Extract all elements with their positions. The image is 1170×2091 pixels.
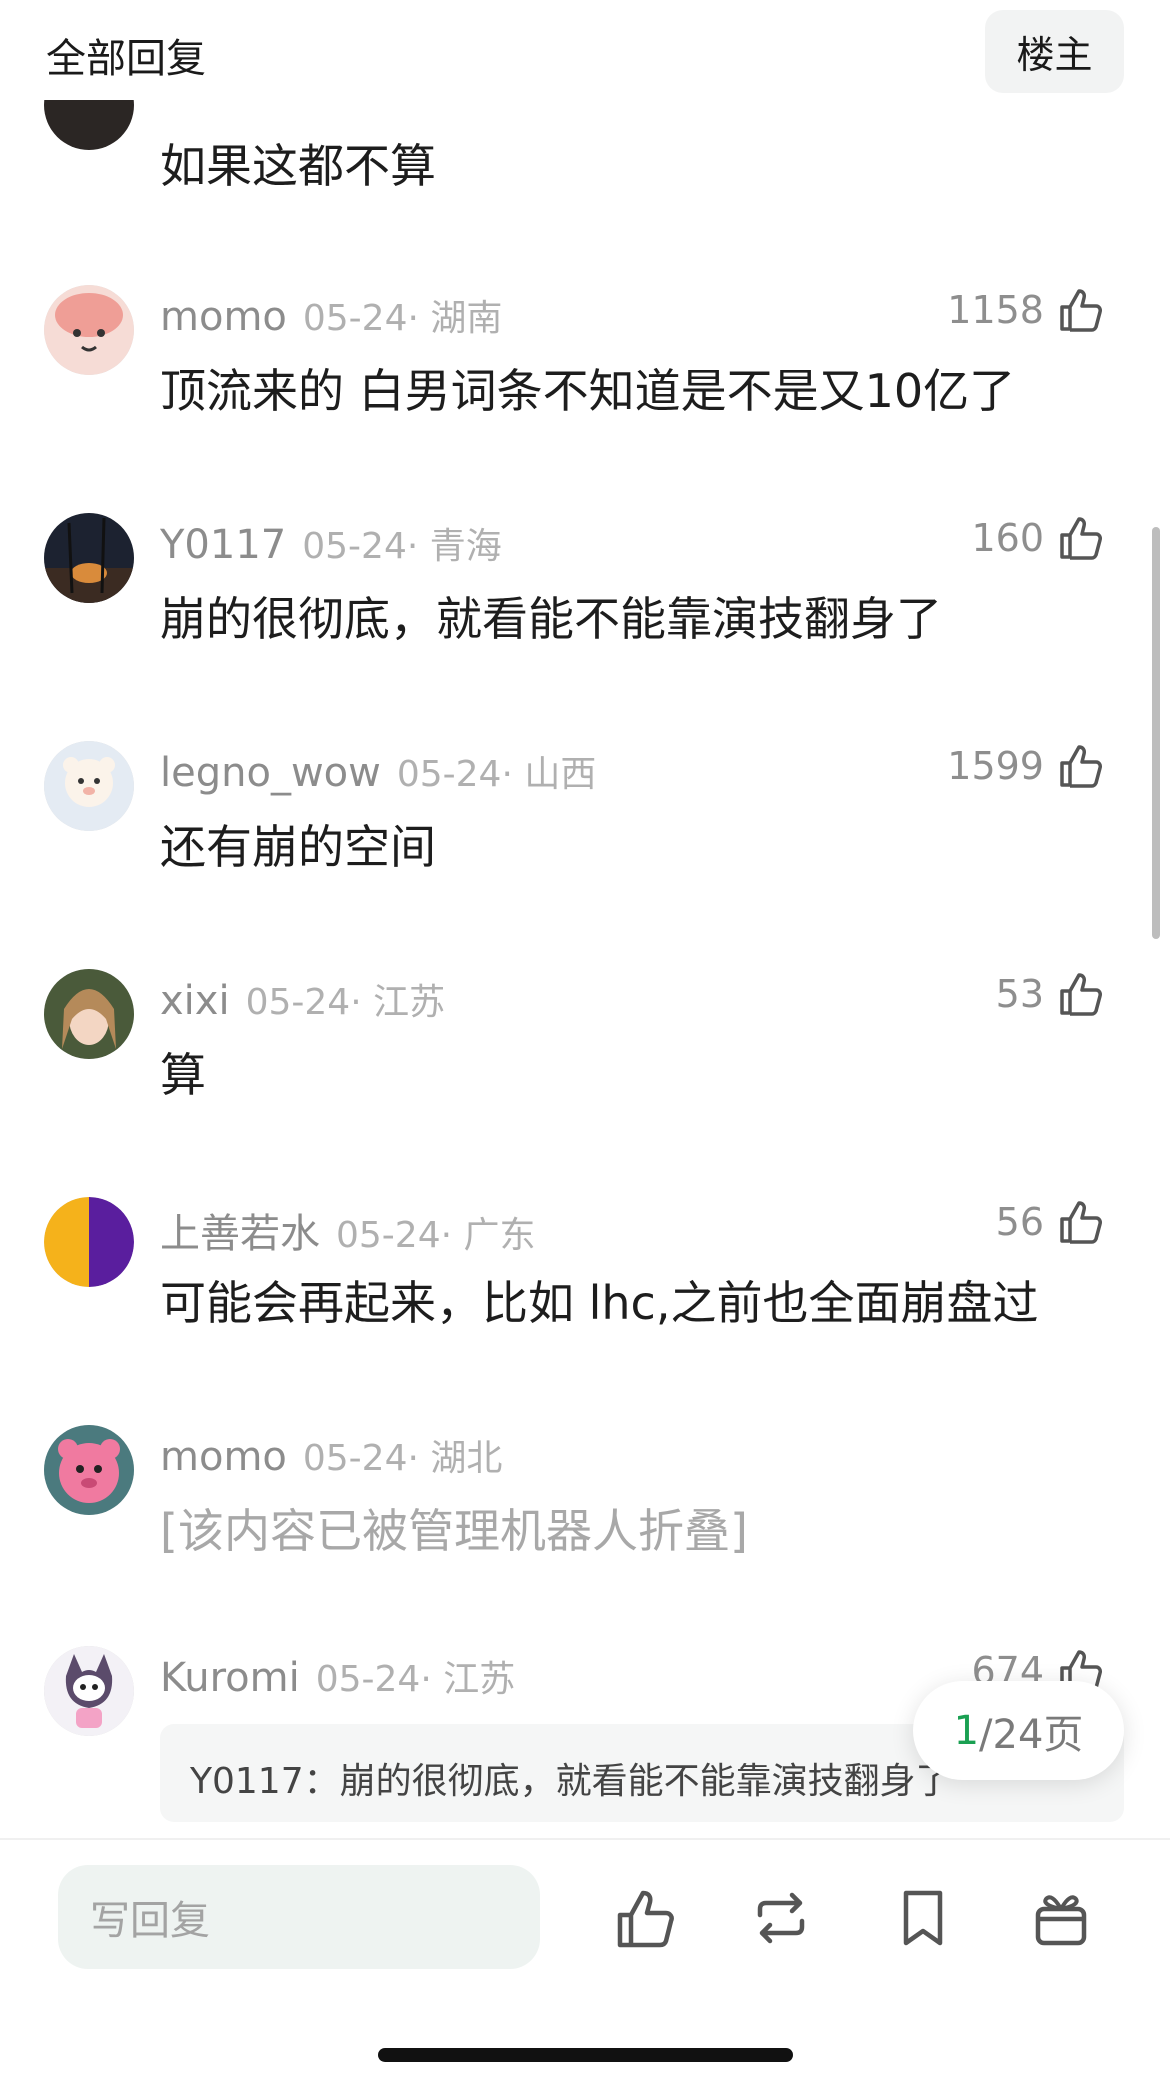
reply-date: 05-24 [396,754,502,795]
like-button[interactable]: 160 [971,513,1106,563]
reply-date: 05-24 [336,1215,441,1256]
gift-icon[interactable] [1028,1885,1094,1951]
avatar[interactable] [44,1197,134,1287]
op-only-button[interactable]: 楼主 [985,10,1124,93]
avatar[interactable] [44,1646,134,1736]
reply-region: 江苏 [373,982,446,1023]
reply-meta: Kuromi 05-24· 江苏 [160,1655,516,1701]
avatar[interactable] [44,1425,134,1515]
reply-region: 山西 [524,754,597,795]
home-indicator [378,2048,793,2062]
like-button[interactable]: 1599 [947,741,1106,791]
thumbs-up-icon [1060,973,1102,1016]
reply-text: 可能会再起来，比如 lhc,之前也全面崩盘过 [160,1276,1039,1330]
avatar[interactable] [44,285,134,375]
page-title: 全部回复 [46,36,206,82]
like-button[interactable]: 56 [996,1197,1106,1247]
reply-text: 算 [160,1048,206,1102]
reply-text: 还有崩的空间 [160,820,436,874]
username[interactable]: legno_wow [160,750,381,796]
top-header: 全部回复 楼主 [0,0,1170,100]
reply-text: 崩的很彻底，就看能不能靠演技翻身了 [160,592,942,646]
avatar[interactable] [44,741,134,831]
thumbs-up-icon [1060,517,1102,560]
repost-icon[interactable] [748,1885,814,1951]
like-count: 53 [995,972,1044,1016]
folded-notice[interactable]: [该内容已被管理机器人折叠] [160,1495,748,1561]
reply-date: 05-24 [315,1659,421,1700]
reply-date: 05-24 [302,298,408,339]
reply-meta: momo 05-24· 湖南 [160,294,503,340]
avatar[interactable] [44,969,134,1059]
total-pages: /24页 [979,1711,1084,1758]
thumbs-up-icon [1060,1201,1102,1244]
username[interactable]: 上善若水 [160,1211,320,1257]
reply-date: 05-24 [302,1438,408,1479]
reply-meta: xixi 05-24· 江苏 [160,978,446,1024]
reply-date: 05-24 [245,982,351,1023]
thumbs-up-icon[interactable] [612,1885,678,1951]
reply-date: 05-24 [302,526,407,567]
reply-meta: legno_wow 05-24· 山西 [160,750,597,796]
like-count: 1158 [947,288,1044,332]
bookmark-icon[interactable] [890,1885,956,1951]
reply-meta: Y0117 05-24· 青海 [160,522,502,568]
reply-text: 如果这都不算 [160,139,436,193]
username[interactable]: momo [160,1434,287,1480]
reply-input[interactable]: 写回复 [58,1865,540,1969]
reply-meta: 上善若水 05-24· 广东 [160,1211,536,1257]
reply-region: 湖北 [430,1438,503,1479]
reply-region: 湖南 [430,298,503,339]
thumbs-up-icon [1060,289,1102,332]
thumbs-up-icon [1060,745,1102,788]
avatar[interactable] [44,513,134,603]
like-count: 160 [971,516,1044,560]
bottom-action-bar: 写回复 [0,1838,1170,2091]
like-count: 56 [995,1200,1044,1244]
current-page: 1 [953,1707,980,1754]
scrollbar[interactable] [1152,527,1160,939]
reply-text: 顶流来的 白男词条不知道是不是又10亿了 [160,364,1016,418]
reply-region: 江苏 [443,1659,516,1700]
username[interactable]: xixi [160,978,230,1024]
reply-region: 青海 [429,526,502,567]
page-indicator[interactable]: 1/24页 [913,1681,1124,1780]
username[interactable]: momo [160,294,287,340]
like-button[interactable]: 1158 [947,285,1106,335]
reply-meta: momo 05-24· 湖北 [160,1434,503,1480]
reply-list: 如果这都不算 momo 05-24· 湖南 1158 顶流来的 白男词条不知道是不… [0,0,1170,1838]
username[interactable]: Y0117 [160,522,286,568]
reply-region: 广东 [463,1215,536,1256]
username[interactable]: Kuromi [160,1655,300,1701]
like-count: 1599 [947,744,1044,788]
like-button[interactable]: 53 [996,969,1106,1019]
